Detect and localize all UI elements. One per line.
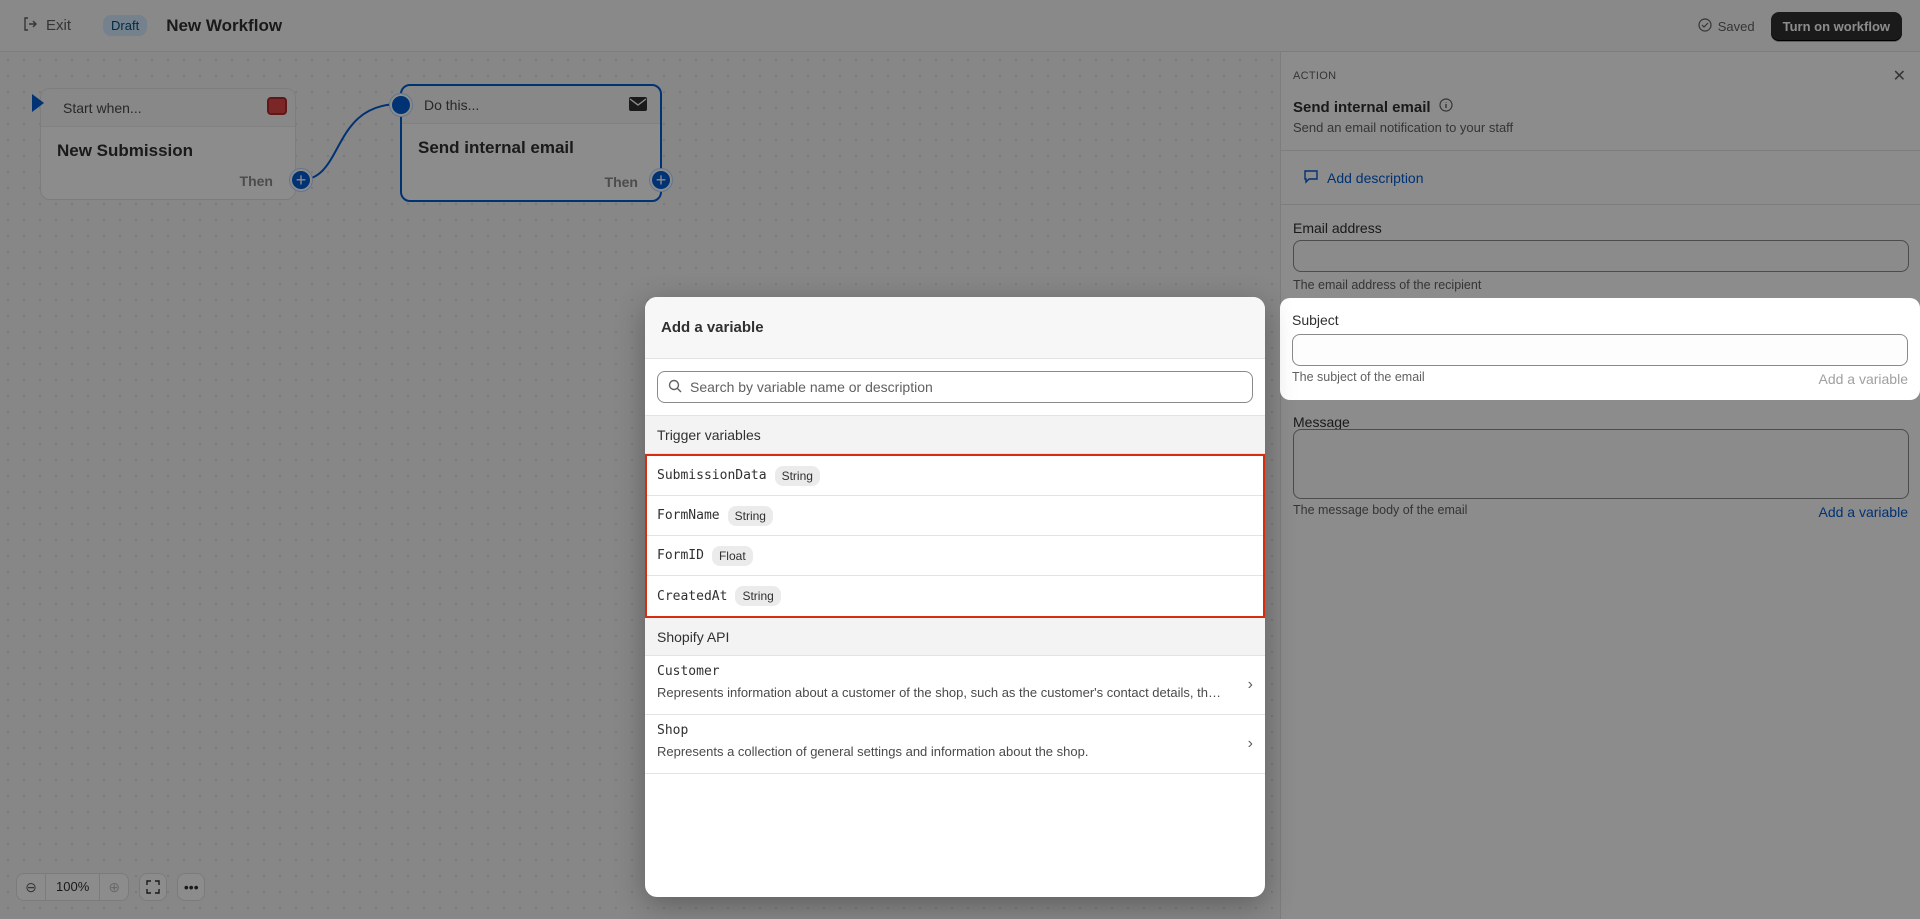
variable-name: CreatedAt — [657, 588, 728, 604]
chevron-right-icon: › — [1247, 735, 1253, 752]
variable-name: SubmissionData — [657, 468, 767, 483]
shopify-api-heading: Shopify API — [645, 618, 1265, 656]
subject-add-variable-link[interactable]: Add a variable — [1818, 371, 1908, 387]
type-badge: String — [735, 586, 781, 606]
search-icon — [668, 379, 682, 396]
list-item[interactable]: FormName String — [647, 496, 1263, 536]
api-object-description: Represents a collection of general setti… — [657, 744, 1089, 759]
subject-field[interactable] — [1292, 334, 1908, 366]
trigger-variables-list: SubmissionData String FormName String Fo… — [645, 454, 1265, 618]
search-placeholder: Search by variable name or description — [690, 379, 933, 395]
list-item[interactable]: Shop Represents a collection of general … — [645, 715, 1265, 774]
add-variable-modal: Add a variable Search by variable name o… — [645, 297, 1265, 897]
type-badge: Float — [711, 545, 753, 566]
api-object-description: Represents information about a customer … — [657, 685, 1222, 700]
variable-name: FormID — [657, 548, 704, 563]
chevron-right-icon: › — [1247, 676, 1253, 693]
api-object-name: Customer — [657, 664, 720, 679]
type-badge: String — [727, 505, 773, 526]
list-item[interactable]: SubmissionData String — [647, 456, 1263, 496]
type-badge: String — [774, 465, 820, 486]
subject-field-label: Subject — [1292, 312, 1339, 328]
list-item[interactable]: CreatedAt String — [647, 576, 1263, 616]
list-item[interactable]: Customer Represents information about a … — [645, 656, 1265, 715]
subject-field-group: Subject The subject of the email Add a v… — [1280, 298, 1920, 400]
modal-title: Add a variable — [645, 297, 1265, 359]
subject-field-help: The subject of the email — [1292, 370, 1425, 384]
trigger-variables-heading: Trigger variables — [645, 416, 1265, 454]
variable-search-input[interactable]: Search by variable name or description — [657, 371, 1253, 403]
list-item[interactable]: FormID Float — [647, 536, 1263, 576]
api-object-name: Shop — [657, 723, 689, 738]
variable-name: FormName — [657, 508, 720, 523]
